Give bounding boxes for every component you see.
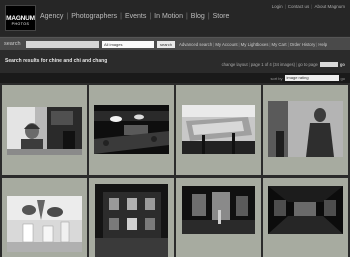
colonial-building-photo[interactable] xyxy=(95,184,168,257)
thumbnail-tile[interactable] xyxy=(89,178,174,257)
nav-blog[interactable]: Blog xyxy=(190,13,206,20)
my-account-link[interactable]: My Account xyxy=(215,42,237,47)
my-cart-link[interactable]: My Cart xyxy=(272,42,287,47)
pager: change layout | page 1 of 4 (34 images) | … xyxy=(222,62,345,67)
thumbnail-tile[interactable] xyxy=(89,85,174,175)
nav-events[interactable]: Events xyxy=(124,13,147,20)
page-info: page 1 of 4 (34 images) xyxy=(250,62,295,67)
thumbnail-tile[interactable] xyxy=(263,85,348,175)
nav-agency[interactable]: Agency xyxy=(39,13,64,20)
sort-bar: sort by image rating go xyxy=(0,73,350,83)
contact-link[interactable]: Contact us xyxy=(288,4,310,9)
site-header: MAGNUM PHOTOS Agency | Photographers | Eve… xyxy=(0,0,350,36)
man-with-helmet-photo[interactable] xyxy=(7,107,82,155)
account-links: Advanced search | My Account | My Lightbox… xyxy=(179,42,327,47)
page-go-button[interactable]: go xyxy=(340,62,345,67)
sort-label: sort by xyxy=(270,75,283,81)
search-bar: search All images search Advanced search… xyxy=(0,37,350,50)
sort-go-button[interactable]: go xyxy=(341,76,345,81)
nav-photographers[interactable]: Photographers xyxy=(70,13,118,20)
login-link[interactable]: Login xyxy=(272,4,283,9)
main-nav: Agency | Photographers | Events | In Motion… xyxy=(39,13,230,20)
nav-in-motion[interactable]: In Motion xyxy=(153,13,184,20)
search-input[interactable] xyxy=(26,41,99,48)
thumbnail-tile[interactable] xyxy=(176,85,261,175)
thumbnail-tile[interactable] xyxy=(176,178,261,257)
thumbnail-tile[interactable] xyxy=(2,178,87,257)
nav-store[interactable]: Store xyxy=(212,13,231,20)
order-history-link[interactable]: Order History xyxy=(290,42,316,47)
gallery-hall-photo[interactable] xyxy=(268,186,343,234)
lotus-vases-photo[interactable] xyxy=(7,196,82,252)
my-lightboxes-link[interactable]: My Lightboxes xyxy=(241,42,269,47)
shadow-figure-photo[interactable] xyxy=(268,101,343,157)
page-number-input[interactable] xyxy=(319,62,338,67)
sort-controls: sort by image rating go xyxy=(271,75,345,81)
about-link[interactable]: About Magnum xyxy=(314,4,345,9)
go-to-page-label: go to page xyxy=(298,62,318,67)
large-sign-photo[interactable] xyxy=(182,105,255,154)
magnum-logo[interactable]: MAGNUM PHOTOS xyxy=(5,5,36,31)
crowd-at-night-photo[interactable] xyxy=(94,105,169,154)
results-title: Search results for chine and chi and cha… xyxy=(5,58,108,64)
thumbnail-tile[interactable] xyxy=(263,178,348,257)
search-scope-select[interactable]: All images xyxy=(102,41,154,48)
change-layout-link[interactable]: change layout xyxy=(222,62,248,67)
logo-text: MAGNUM xyxy=(6,15,35,22)
logo-subtext: PHOTOS xyxy=(11,22,30,26)
exhibition-interior-photo[interactable] xyxy=(182,186,255,234)
results-grid xyxy=(0,83,350,257)
search-label: search xyxy=(4,41,21,47)
search-button[interactable]: search xyxy=(157,41,175,48)
help-link[interactable]: Help xyxy=(318,42,327,47)
sort-select[interactable]: image rating xyxy=(284,75,339,81)
top-links: Login | Contact us | About Magnum xyxy=(272,4,345,9)
thumbnail-tile[interactable] xyxy=(2,85,87,175)
advanced-search-link[interactable]: Advanced search xyxy=(179,42,212,47)
